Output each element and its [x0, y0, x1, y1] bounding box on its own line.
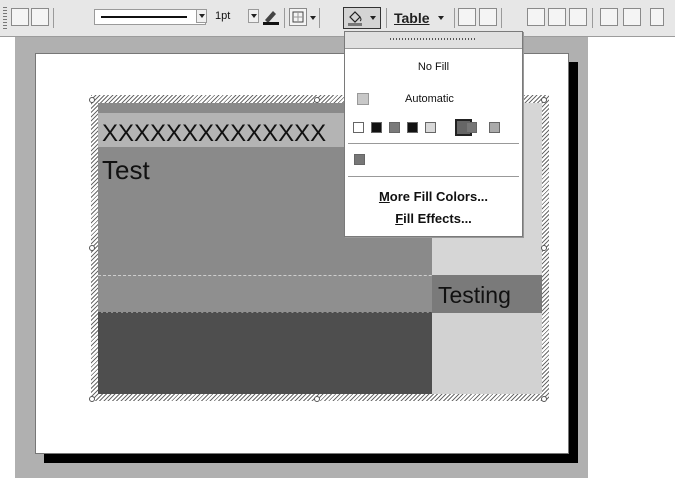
insert-row-icon[interactable] — [623, 8, 641, 26]
pen-color-icon[interactable] — [261, 8, 281, 26]
borders-arrow[interactable] — [310, 16, 316, 20]
line-weight-dropdown[interactable]: 1pt — [211, 9, 251, 25]
more-tools-icon[interactable] — [650, 8, 664, 26]
distribute-rows-icon[interactable] — [458, 8, 476, 26]
color-swatch[interactable] — [371, 122, 382, 133]
resize-handle[interactable] — [314, 396, 320, 402]
toolbar-separator — [386, 8, 387, 28]
line-weight-value: 1pt — [215, 10, 231, 22]
resize-handle[interactable] — [89, 396, 95, 402]
table-menu-arrow — [438, 16, 444, 20]
fill-color-arrow — [370, 16, 376, 20]
resize-handle[interactable] — [314, 97, 320, 103]
toolbar-separator — [284, 8, 285, 28]
line-weight-arrow[interactable] — [248, 9, 259, 23]
color-swatch[interactable] — [389, 122, 400, 133]
color-swatch[interactable] — [466, 122, 477, 133]
color-swatch-row — [345, 32, 522, 182]
distribute-columns-icon[interactable] — [479, 8, 497, 26]
edit-properties-icon[interactable] — [31, 8, 49, 26]
toolbar-separator — [592, 8, 593, 28]
resize-handle[interactable] — [541, 396, 547, 402]
resize-handle[interactable] — [89, 245, 95, 251]
formatting-toolbar: 1pt Table — [0, 0, 675, 37]
edit-table-icon[interactable] — [11, 8, 29, 26]
table-menu-label: Table — [394, 10, 430, 26]
fill-color-button[interactable] — [343, 7, 381, 29]
more-fill-colors-option[interactable]: More Fill Colors... — [345, 186, 522, 206]
recent-color-swatch[interactable] — [354, 154, 365, 165]
toolbar-grip[interactable] — [3, 7, 7, 29]
toolbar-separator — [53, 8, 54, 28]
align-top-icon[interactable] — [527, 8, 545, 26]
paint-bucket-icon — [348, 11, 362, 26]
header-text: XXXXXXXXXXXXXX — [102, 120, 327, 147]
align-bottom-icon[interactable] — [569, 8, 587, 26]
color-swatch[interactable] — [353, 122, 364, 133]
resize-handle[interactable] — [541, 97, 547, 103]
fill-effects-label: Fill Effects... — [395, 211, 472, 226]
menu-separator — [348, 143, 519, 144]
table-cell[interactable] — [98, 313, 432, 394]
line-style-dropdown[interactable] — [94, 9, 206, 25]
testing-text: Testing — [438, 282, 511, 308]
color-swatch[interactable] — [407, 122, 418, 133]
more-fill-colors-label: More Fill Colors... — [378, 189, 489, 204]
insert-column-icon[interactable] — [600, 8, 618, 26]
color-swatch[interactable] — [425, 122, 436, 133]
align-center-icon[interactable] — [548, 8, 566, 26]
fill-color-dropdown: No Fill Automatic More Fill Colors... Fi… — [344, 31, 523, 237]
table-header-cell[interactable]: XXXXXXXXXXXXXX — [98, 113, 344, 147]
borders-icon[interactable] — [289, 8, 307, 26]
test-text: Test — [102, 155, 150, 185]
resize-handle[interactable] — [541, 245, 547, 251]
line-style-arrow[interactable] — [196, 9, 207, 23]
color-swatch[interactable] — [489, 122, 500, 133]
toolbar-separator — [501, 8, 502, 28]
line-style-sample — [101, 16, 187, 18]
toolbar-separator — [319, 8, 320, 28]
menu-separator — [348, 176, 519, 177]
table-cell[interactable] — [432, 313, 542, 394]
fill-effects-option[interactable]: Fill Effects... — [345, 208, 522, 228]
toolbar-separator — [454, 8, 455, 28]
table-cell[interactable]: Testing — [432, 275, 542, 313]
resize-handle[interactable] — [89, 97, 95, 103]
table-menu[interactable]: Table — [392, 8, 450, 28]
